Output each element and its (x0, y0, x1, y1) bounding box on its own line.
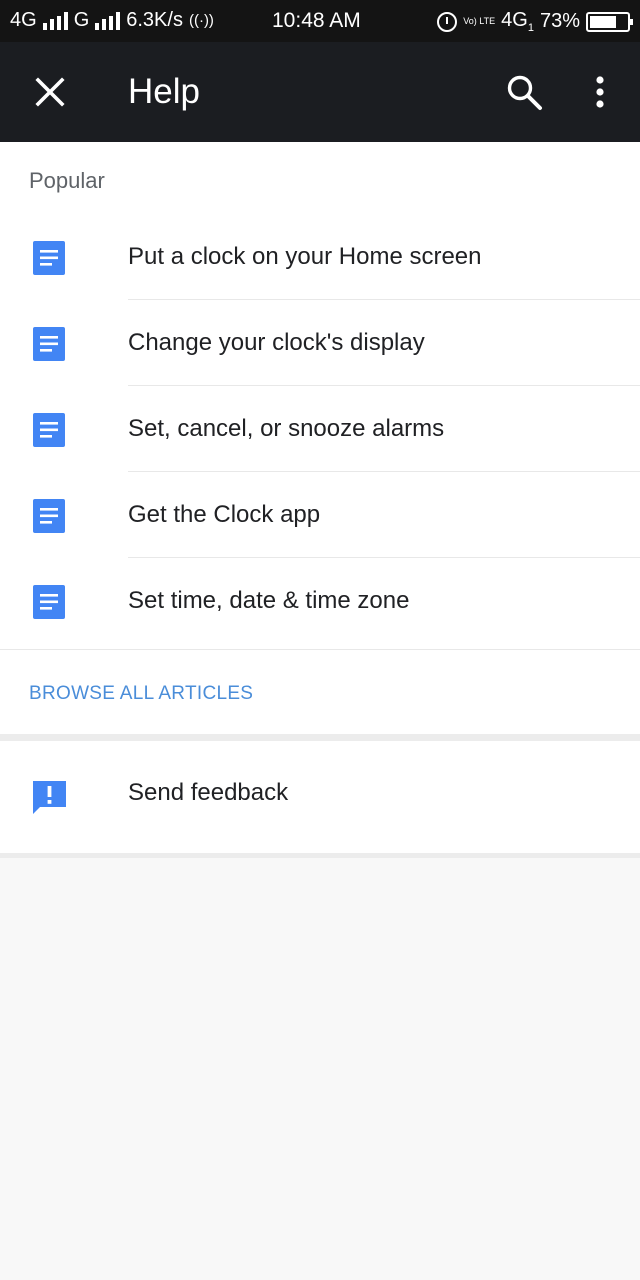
feedback-icon (33, 781, 66, 814)
clock-time: 10:48 AM (272, 9, 361, 32)
article-item[interactable]: Set, cancel, or snooze alarms (0, 386, 640, 472)
more-vert-icon (596, 76, 604, 108)
section-heading: Popular (29, 168, 105, 193)
document-icon (33, 413, 65, 447)
article-item[interactable]: Put a clock on your Home screen (0, 214, 640, 300)
battery-fill (590, 15, 617, 28)
section-separator (0, 853, 640, 858)
signal-icon (42, 11, 68, 30)
signal-icon-2 (95, 11, 121, 30)
article-label: Change your clock's display (128, 329, 425, 356)
page-title: Help (128, 72, 200, 111)
document-icon (33, 499, 65, 533)
network-type-1: 4G (10, 9, 37, 31)
battery-percent: 73% (539, 10, 580, 32)
battery-icon (586, 11, 633, 32)
alarm-icon (437, 11, 458, 32)
article-label: Set time, date & time zone (128, 587, 410, 614)
send-feedback-label: Send feedback (128, 779, 289, 806)
section-separator (0, 734, 640, 741)
browse-all-row: BROWSE ALL ARTICLES (0, 649, 640, 734)
document-icon (33, 585, 65, 619)
status-right: Vo) LTE 4G1 73% (437, 9, 633, 34)
app-bar: Help (0, 42, 640, 142)
status-left: 4G G 6.3K/s ((·)) (10, 9, 214, 32)
network-speed: 6.3K/s (126, 9, 183, 31)
popular-card: Popular Put a clock on your Home screen … (0, 142, 640, 734)
article-item[interactable]: Set time, date & time zone (0, 558, 640, 644)
network-type-3: 4G1 (501, 9, 534, 34)
document-icon (33, 241, 65, 275)
search-icon (507, 75, 542, 110)
article-label: Put a clock on your Home screen (128, 243, 482, 270)
status-bar: 4G G 6.3K/s ((·)) 10:48 AM Vo) LTE 4G1 7… (0, 0, 640, 42)
browse-all-articles-link[interactable]: BROWSE ALL ARTICLES (29, 683, 253, 705)
article-item[interactable]: Get the Clock app (0, 472, 640, 558)
close-button[interactable] (28, 70, 72, 114)
article-label: Get the Clock app (128, 501, 321, 528)
article-item[interactable]: Change your clock's display (0, 300, 640, 386)
article-label: Set, cancel, or snooze alarms (128, 415, 445, 442)
close-icon (35, 77, 65, 107)
search-button[interactable] (502, 70, 546, 114)
network-type-2: G (73, 9, 90, 31)
document-icon (33, 327, 65, 361)
feedback-card[interactable]: Send feedback (0, 741, 640, 853)
hotspot-icon: ((·)) (188, 12, 214, 29)
more-options-button[interactable] (580, 70, 620, 114)
volte-indicator: Vo) LTE (463, 16, 496, 26)
